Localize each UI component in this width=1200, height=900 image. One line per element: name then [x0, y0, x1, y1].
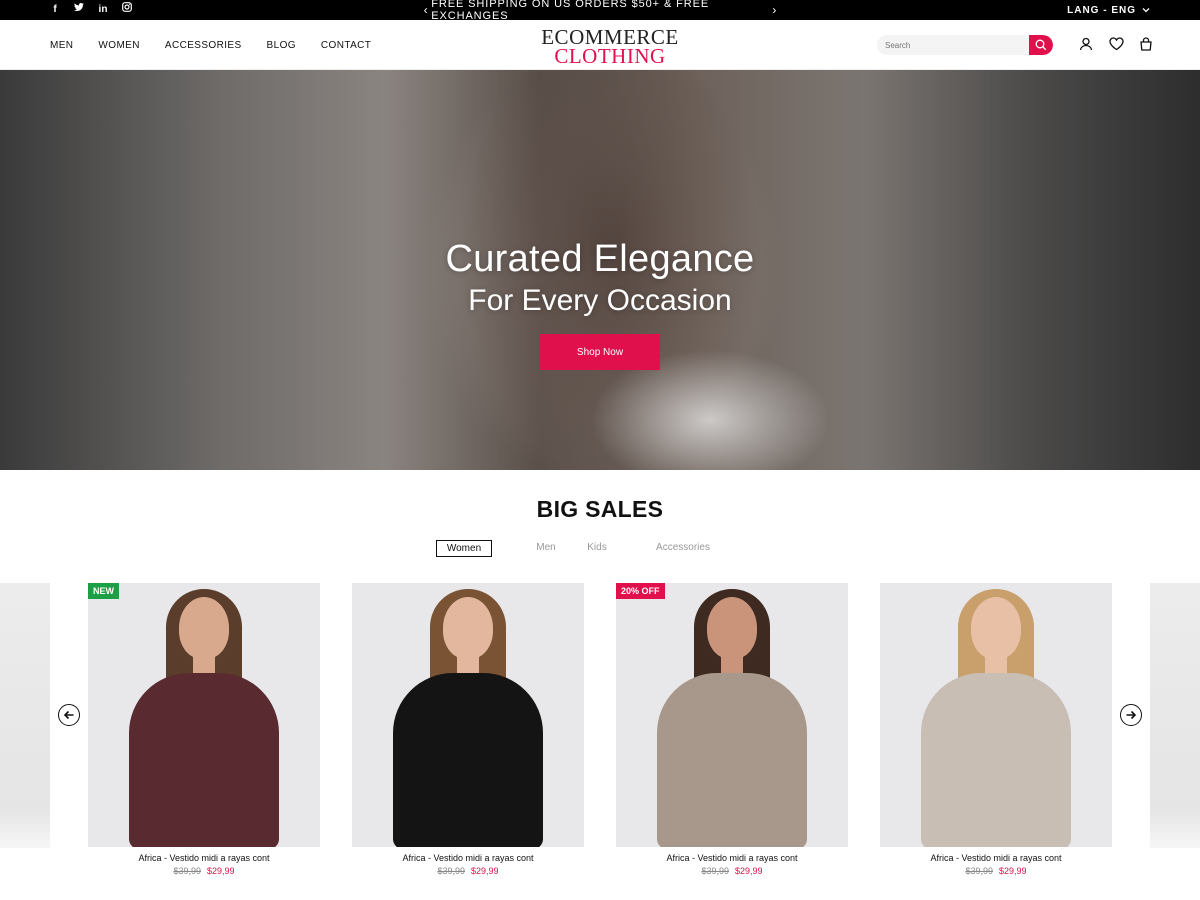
product-garment: [129, 673, 279, 847]
product-name[interactable]: Africa - Vestido midi a rayas cont: [88, 853, 320, 863]
tab-accessories[interactable]: Accessories: [632, 540, 734, 557]
arrow-right-icon: [1126, 710, 1137, 720]
product-image[interactable]: NEW: [88, 583, 320, 847]
product-name[interactable]: Africa - Vestido midi a rayas cont: [616, 853, 848, 863]
section-title: BIG SALES: [536, 496, 664, 522]
promo-prev-arrow[interactable]: ‹: [420, 3, 431, 17]
facebook-icon[interactable]: f: [50, 0, 60, 20]
hero-title: Curated Elegance: [445, 238, 755, 280]
twitter-icon[interactable]: [74, 0, 84, 20]
carousel-prev-button[interactable]: [58, 704, 80, 726]
sale-price: $29,99: [735, 866, 763, 876]
bag-icon[interactable]: [1138, 36, 1154, 52]
product-card[interactable]: Africa - Vestido midi a rayas cont $39,9…: [352, 583, 584, 876]
category-tabs: Women Men Kids Accessories: [436, 540, 734, 557]
model-head: [971, 597, 1021, 659]
old-price: $39,99: [701, 866, 729, 876]
nav-item-contact[interactable]: CONTACT: [321, 40, 371, 51]
product-card[interactable]: Africa - Vestido midi a rayas cont $39,9…: [880, 583, 1112, 876]
tab-men[interactable]: Men: [514, 540, 578, 557]
old-price: $39,99: [965, 866, 993, 876]
language-selector[interactable]: LANG - ENG: [1067, 0, 1150, 20]
top-announcement-bar: f in ‹ FREE SHIPPING ON US ORDERS $50+ &…: [0, 0, 1200, 22]
product-name[interactable]: Africa - Vestido midi a rayas cont: [880, 853, 1112, 863]
language-label: LANG - ENG: [1067, 4, 1136, 16]
site-header: MEN WOMEN ACCESSORIES BLOG CONTACT ECOMM…: [0, 20, 1200, 70]
nav-item-blog[interactable]: BLOG: [267, 40, 296, 51]
product-prices: $39,99 $29,99: [352, 866, 584, 876]
promo-text: FREE SHIPPING ON US ORDERS $50+ & FREE E…: [431, 0, 710, 22]
product-prices: $39,99 $29,99: [616, 866, 848, 876]
site-logo[interactable]: ECOMMERCE CLOTHING: [530, 27, 690, 68]
product-prices: $39,99 $29,99: [88, 866, 320, 876]
tab-women[interactable]: Women: [436, 540, 492, 557]
heart-icon[interactable]: [1108, 36, 1124, 52]
discount-badge: 20% OFF: [616, 583, 665, 599]
product-garment: [657, 673, 807, 847]
search-button[interactable]: [1029, 35, 1053, 55]
product-image[interactable]: [880, 583, 1112, 847]
sale-price: $29,99: [999, 866, 1027, 876]
social-links: f in: [50, 0, 132, 20]
product-card[interactable]: 20% OFF Africa - Vestido midi a rayas co…: [616, 583, 848, 876]
product-name[interactable]: Africa - Vestido midi a rayas cont: [352, 853, 584, 863]
arrow-left-icon: [63, 710, 74, 720]
nav-item-men[interactable]: MEN: [50, 40, 73, 51]
tab-kids[interactable]: Kids: [578, 540, 616, 557]
chevron-down-icon: [1142, 5, 1150, 16]
product-garment: [393, 673, 543, 847]
product-card[interactable]: NEW Africa - Vestido midi a rayas cont $…: [88, 583, 320, 876]
sale-price: $29,99: [471, 866, 499, 876]
hero-banner: Curated Elegance For Every Occasion Shop…: [0, 70, 1200, 470]
model-head: [179, 597, 229, 659]
product-image[interactable]: [352, 583, 584, 847]
new-badge: NEW: [88, 583, 119, 599]
search-box: [877, 35, 1053, 55]
search-icon: [1035, 39, 1047, 51]
main-nav: MEN WOMEN ACCESSORIES BLOG CONTACT: [50, 20, 396, 70]
old-price: $39,99: [173, 866, 201, 876]
old-price: $39,99: [437, 866, 465, 876]
linkedin-icon[interactable]: in: [98, 0, 108, 20]
hero-subtitle: For Every Occasion: [468, 284, 732, 317]
shop-now-button[interactable]: Shop Now: [540, 334, 660, 370]
user-icon[interactable]: [1078, 36, 1094, 52]
carousel-next-button[interactable]: [1120, 704, 1142, 726]
product-garment: [921, 673, 1071, 847]
header-icons: [1078, 36, 1154, 52]
sale-price: $29,99: [207, 866, 235, 876]
partial-product-card-right[interactable]: [1150, 583, 1200, 848]
model-head: [707, 597, 757, 659]
nav-item-women[interactable]: WOMEN: [98, 40, 139, 51]
logo-line-2: CLOTHING: [554, 44, 666, 68]
instagram-icon[interactable]: [122, 0, 132, 20]
partial-product-card-left[interactable]: [0, 583, 50, 848]
promo-carousel: ‹ FREE SHIPPING ON US ORDERS $50+ & FREE…: [420, 0, 780, 22]
product-prices: $39,99 $29,99: [880, 866, 1112, 876]
promo-next-arrow[interactable]: ›: [769, 3, 780, 17]
nav-item-accessories[interactable]: ACCESSORIES: [165, 40, 242, 51]
product-image[interactable]: 20% OFF: [616, 583, 848, 847]
model-head: [443, 597, 493, 659]
search-input[interactable]: [877, 35, 1027, 55]
